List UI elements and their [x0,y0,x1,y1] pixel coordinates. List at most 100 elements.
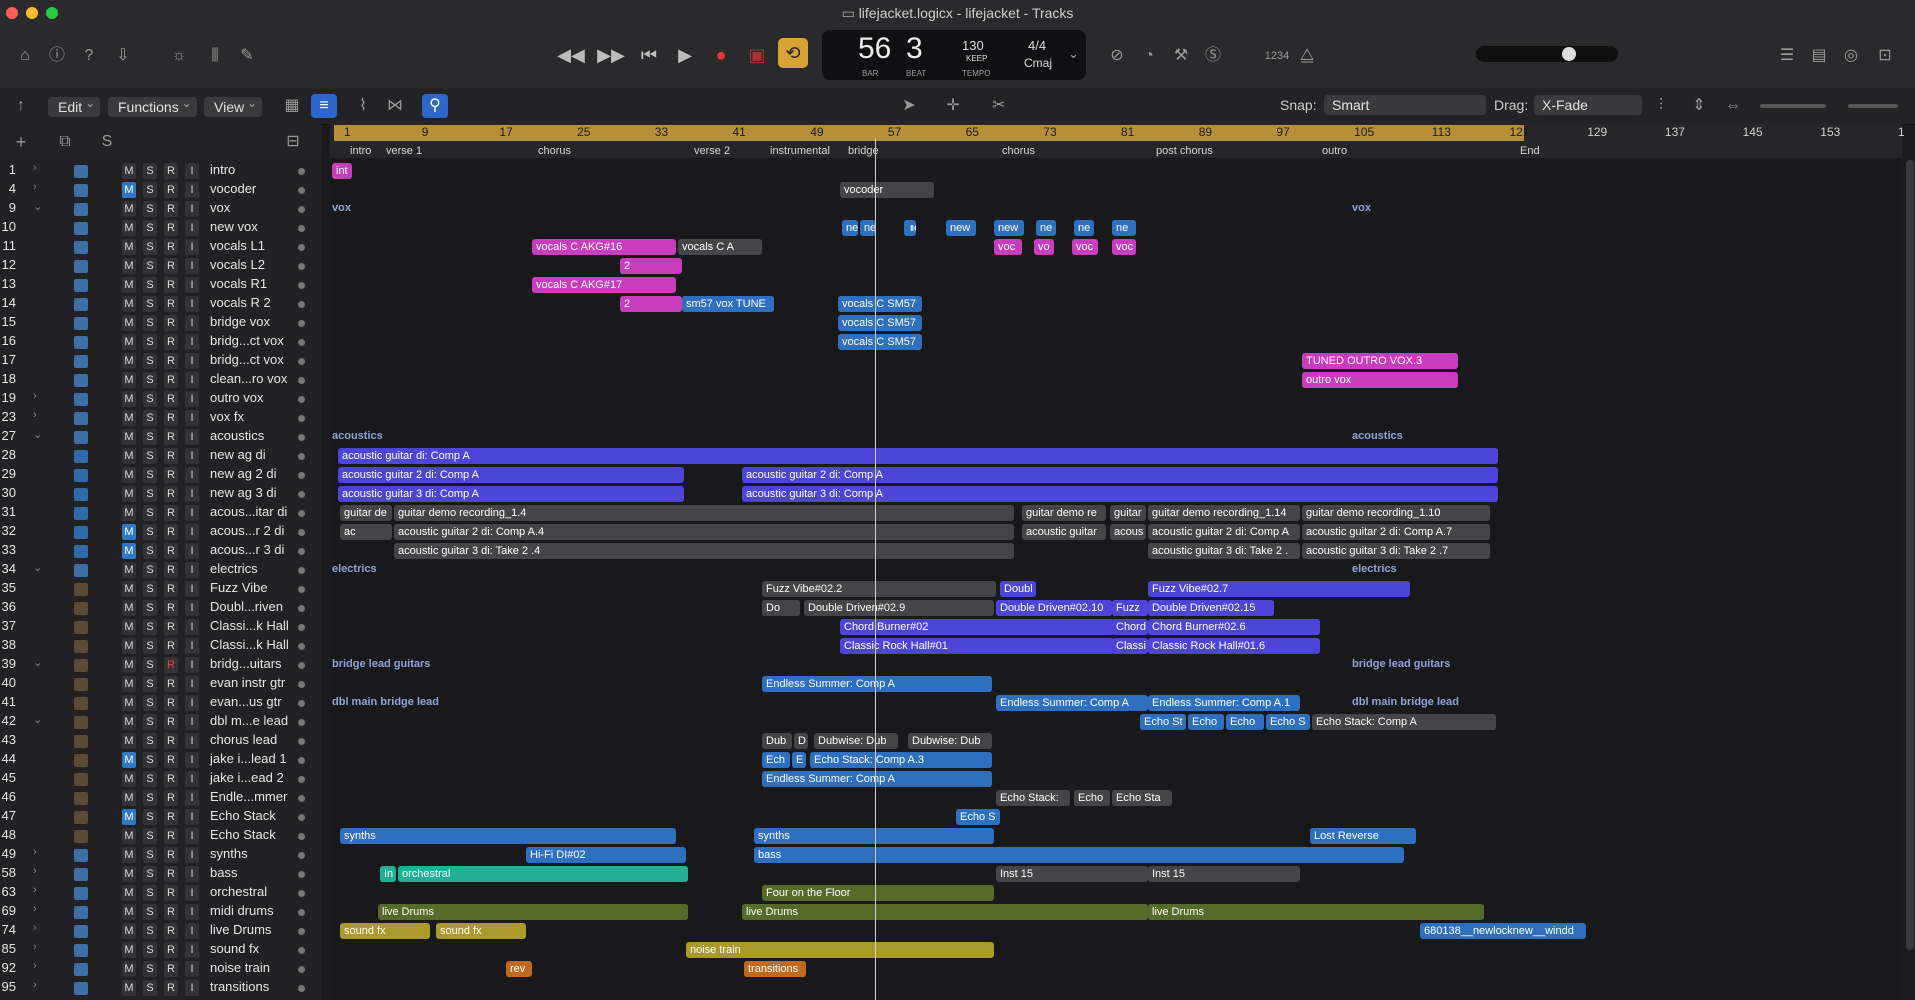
input-monitor-button[interactable]: I [185,828,199,844]
region[interactable]: ne [1036,220,1056,236]
marker[interactable]: End [1520,145,1540,157]
region[interactable]: Echo Stack: Comp A.3 [810,752,992,768]
input-monitor-button[interactable]: I [185,220,199,236]
track-name[interactable]: dbl m...e lead [210,713,288,728]
metronome-settings-icon[interactable]: ◔ [1136,44,1162,68]
track-name[interactable]: jake i...ead 2 [210,770,284,785]
track-row[interactable]: 43 M S R Ichorus lead [0,732,322,751]
solo-button[interactable]: S [143,733,157,749]
input-monitor-button[interactable]: I [185,239,199,255]
marker[interactable]: post chorus [1156,145,1213,157]
track-name[interactable]: Fuzz Vibe [210,580,268,595]
region[interactable]: vocals C SM57 [838,334,922,350]
input-monitor-button[interactable]: I [185,790,199,806]
region[interactable]: acoustic guitar 3 di: Take 2 . [1148,543,1300,559]
track-row[interactable]: 23 › M S R Ivox fx [0,409,322,428]
track-row[interactable]: 18 M S R Iclean...ro vox [0,371,322,390]
marker[interactable]: instrumental [770,145,830,157]
record-enable-button[interactable]: R [164,923,178,939]
info-icon[interactable]: ⓘ [44,44,70,68]
input-monitor-button[interactable]: I [185,619,199,635]
solo-button[interactable]: S [143,866,157,882]
region[interactable]: rev [506,961,532,977]
track-row[interactable]: 37 M S R I Classi...k Hall [0,618,322,637]
input-monitor-button[interactable]: I [185,695,199,711]
track-row[interactable]: 39 ⌄ M S R Ibridg...uitars [0,656,322,675]
record-enable-button[interactable]: R [164,904,178,920]
solo-button[interactable]: S [143,619,157,635]
region[interactable]: Endless Summer: Comp A [762,676,992,692]
input-monitor-button[interactable]: I [185,733,199,749]
solo-button[interactable]: S [143,961,157,977]
track-row[interactable]: 33 M S R Iacous...r 3 di [0,542,322,561]
solo-button[interactable]: S [143,296,157,312]
mute-button[interactable]: M [122,353,136,369]
region[interactable]: vocals C SM57 [838,315,922,331]
input-monitor-button[interactable]: I [185,885,199,901]
disclosure-icon[interactable]: › [33,903,37,915]
region[interactable]: Classi [1112,638,1148,654]
record-enable-button[interactable]: R [164,562,178,578]
track-name[interactable]: sound fx [210,941,259,956]
solo-button[interactable]: S [143,353,157,369]
region[interactable]: guitar demo recording_1.4 [394,505,1014,521]
region[interactable]: Chord [1112,619,1148,635]
input-monitor-button[interactable]: I [185,410,199,426]
vertical-zoom-slider[interactable] [1760,104,1826,108]
record-enable-button[interactable]: R [164,980,178,996]
marker[interactable]: intro [350,145,371,157]
track-name[interactable]: Classi...k Hall [210,618,289,633]
track-row[interactable]: 49 › M S R Isynths [0,846,322,865]
region[interactable]: ac [340,524,392,540]
track-name[interactable]: vocals L2 [210,257,265,272]
mute-button[interactable]: M [122,543,136,559]
vertical-scrollbar[interactable] [1906,160,1914,950]
volume-knob[interactable] [1562,47,1576,61]
region[interactable]: live Drums [742,904,1148,920]
record-enable-button[interactable]: R [164,619,178,635]
disclosure-icon[interactable]: ⌄ [33,561,42,574]
input-monitor-button[interactable]: I [185,543,199,559]
horizontal-zoom-slider[interactable] [1848,104,1898,108]
snap-select[interactable]: Smart [1324,95,1486,115]
track-name[interactable]: synths [210,846,248,861]
track-name[interactable]: evan...us gtr [210,694,282,709]
record-enable-button[interactable]: R [164,315,178,331]
mute-button[interactable]: M [122,942,136,958]
go-to-start-button[interactable]: ⏮ [634,40,664,70]
track-row[interactable]: 95 › M S R Itransitions [0,979,322,998]
region[interactable]: E [792,752,806,768]
track-row[interactable]: 35 M S R I Fuzz Vibe [0,580,322,599]
marker[interactable]: chorus [1002,145,1035,157]
record-enable-button[interactable]: R [164,961,178,977]
track-row[interactable]: 16 M S R Ibridg...ct vox [0,333,322,352]
track-name[interactable]: Echo Stack [210,808,276,823]
track-row[interactable]: 48 M S R I Echo Stack [0,827,322,846]
region[interactable]: voc [994,239,1022,255]
region[interactable]: live Drums [1148,904,1484,920]
region[interactable]: ne [1112,220,1136,236]
input-monitor-button[interactable]: I [185,866,199,882]
solo-button[interactable]: S [143,809,157,825]
track-name[interactable]: new ag di [210,447,266,462]
region[interactable]: Echo Stack: Comp A [1312,714,1496,730]
mute-button[interactable]: M [122,733,136,749]
region[interactable]: acoustic guitar 3 di: Take 2 .4 [394,543,1014,559]
solo-button[interactable]: S [143,771,157,787]
alternate-tool-icon[interactable]: ✛ [940,94,966,118]
disclosure-icon[interactable]: ⌄ [33,713,42,726]
region[interactable]: 680138__newlocknew__windd [1420,923,1586,939]
input-monitor-button[interactable]: I [185,638,199,654]
minimize-window-button[interactable] [26,7,38,19]
input-monitor-button[interactable]: I [185,372,199,388]
download-icon[interactable]: ⇩ [110,44,136,68]
mute-button[interactable]: M [122,163,136,179]
region[interactable]: orchestral [398,866,688,882]
solo-button[interactable]: S [143,505,157,521]
region[interactable]: Classic Rock Hall#01.6 [1148,638,1320,654]
grid-view-icon[interactable]: ▦ [279,94,305,118]
solo-button[interactable]: S [143,163,157,179]
region[interactable]: n [906,220,912,236]
region[interactable]: acoustic guitar 2 di: Comp A [1148,524,1300,540]
solo-button[interactable]: S [143,277,157,293]
